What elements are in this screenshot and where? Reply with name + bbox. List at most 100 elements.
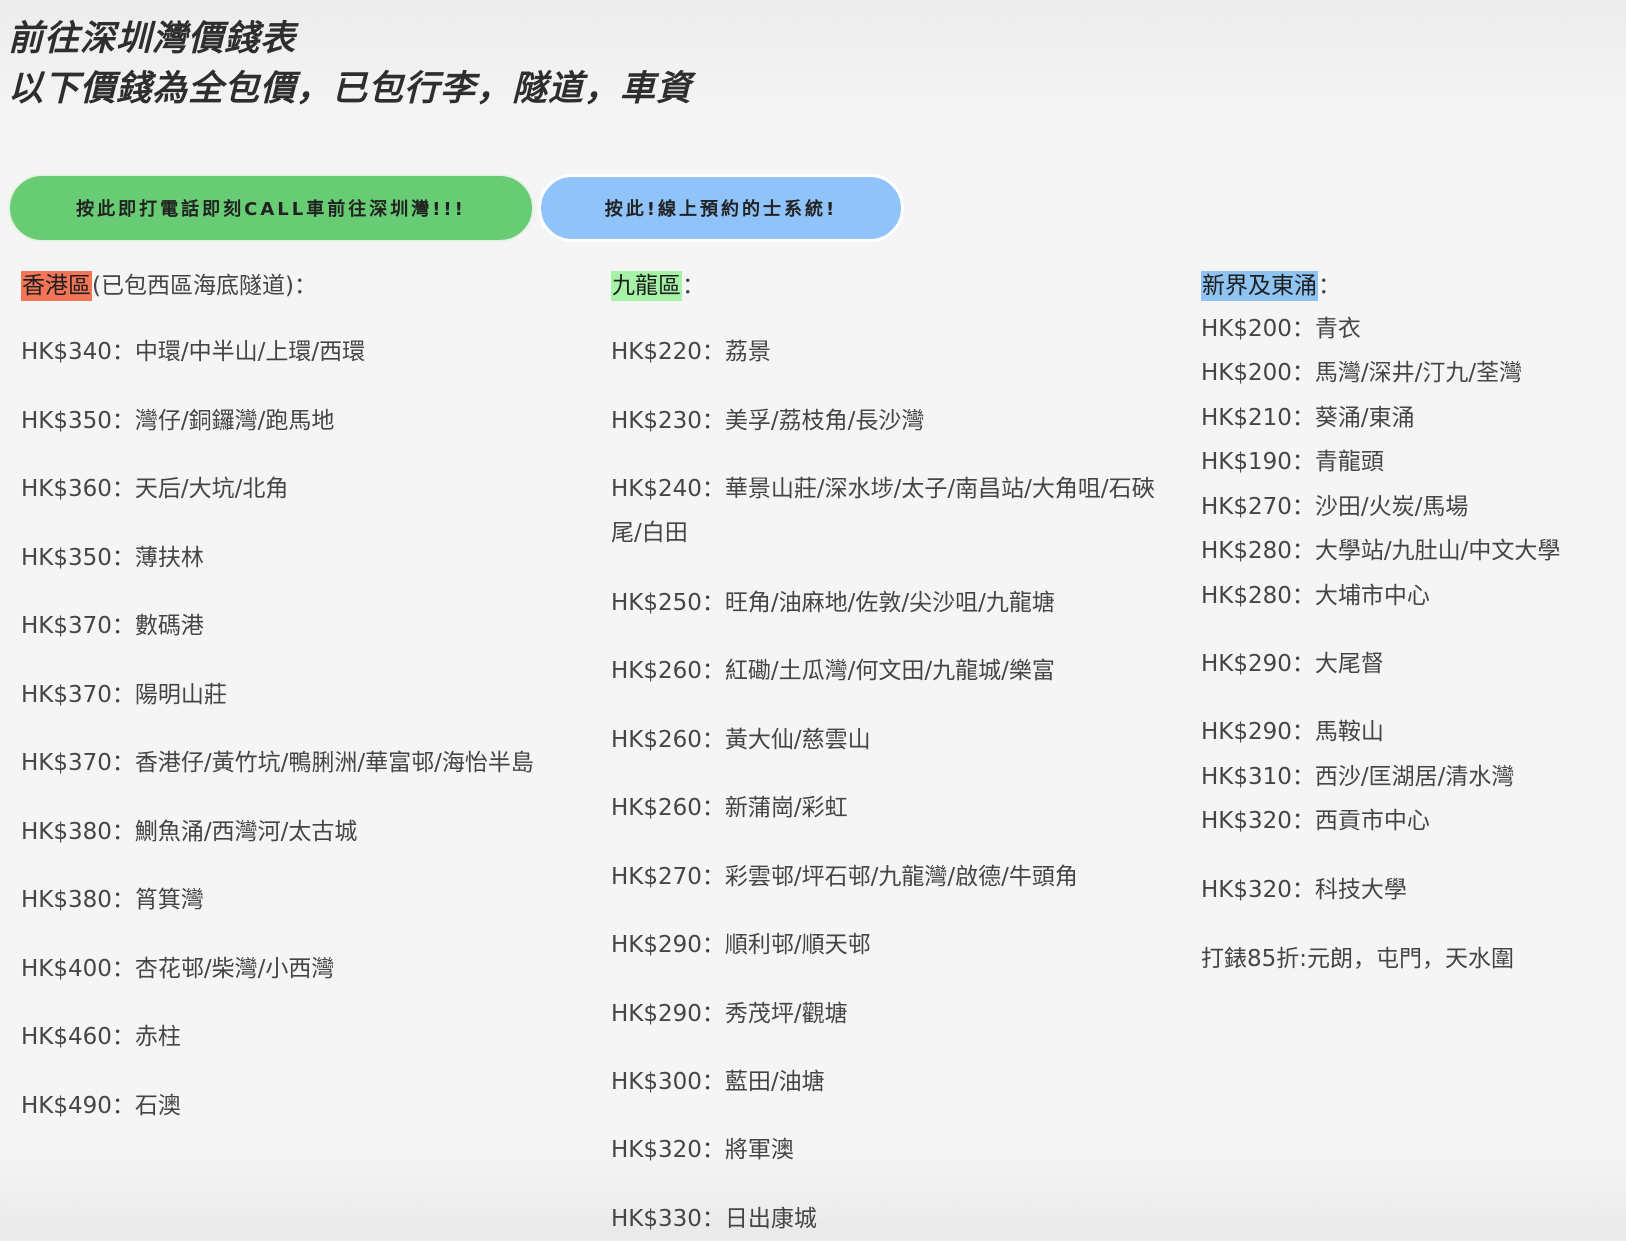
price-row: HK$320：將軍澳 [611, 1128, 794, 1172]
price-areas: 彩雲邨/坪石邨/九龍灣/啟德/牛頭角 [724, 864, 1078, 890]
price-areas: 日出康城 [724, 1206, 817, 1232]
price-separator: ： [111, 1093, 135, 1119]
price-areas: 石澳 [134, 1093, 181, 1119]
price-value: HK$380 [21, 819, 112, 845]
price-separator: ： [111, 750, 135, 776]
call-taxi-button[interactable]: 按此即打電話即刻CALL車前往深圳灣!!! [8, 174, 534, 242]
hk-island-heading: 香港區(已包西區海底隧道)： [21, 266, 317, 301]
price-areas: 數碼港 [134, 613, 204, 639]
price-row: HK$290：大尾督 [1201, 642, 1384, 686]
price-value: HK$270 [1201, 494, 1292, 520]
price-row: HK$190：青龍頭 [1201, 440, 1384, 484]
price-separator: ： [1291, 877, 1315, 903]
price-separator: ： [111, 819, 135, 845]
price-separator: ： [701, 795, 725, 821]
price-value: HK$370 [21, 750, 112, 776]
price-row: HK$220：荔景 [611, 330, 771, 374]
price-value: HK$290 [1201, 651, 1292, 677]
price-row: HK$270：沙田/火炭/馬場 [1201, 485, 1468, 529]
price-value: HK$200 [1201, 316, 1292, 342]
price-value: HK$260 [611, 727, 702, 753]
price-separator: ： [701, 727, 725, 753]
price-areas: 筲箕灣 [134, 887, 204, 913]
price-value: HK$370 [21, 682, 112, 708]
price-separator: ： [1291, 538, 1315, 564]
price-separator: ： [111, 682, 135, 708]
price-row: HK$310：西沙/匡湖居/清水灣 [1201, 755, 1514, 799]
price-row: HK$460：赤柱 [21, 1015, 181, 1059]
price-row: HK$370：數碼港 [21, 604, 204, 648]
price-areas: 荔景 [724, 339, 771, 365]
price-separator: ： [111, 887, 135, 913]
price-separator: ： [701, 864, 725, 890]
price-areas: 青龍頭 [1314, 449, 1384, 475]
price-value: HK$280 [1201, 583, 1292, 609]
price-value: HK$400 [21, 956, 112, 982]
price-areas: 中環/中半山/上環/西環 [134, 339, 366, 365]
price-separator: ： [111, 956, 135, 982]
price-value: HK$260 [611, 658, 702, 684]
price-separator: ： [701, 590, 725, 616]
price-row: HK$210：葵涌/東涌 [1201, 396, 1415, 440]
price-row: HK$280：大埔市中心 [1201, 574, 1430, 618]
price-areas: 藍田/油塘 [724, 1069, 825, 1095]
price-areas: 大學站/九肚山/中文大學 [1314, 538, 1561, 564]
price-row: HK$250：旺角/油麻地/佐敦/尖沙咀/九龍塘 [611, 581, 1055, 625]
price-row: HK$230：美孚/荔枝角/長沙灣 [611, 399, 924, 443]
price-separator: ： [701, 1001, 725, 1027]
price-areas: 天后/大坑/北角 [134, 476, 289, 502]
price-row: HK$350：灣仔/銅鑼灣/跑馬地 [21, 399, 334, 443]
price-row: HK$270：彩雲邨/坪石邨/九龍灣/啟德/牛頭角 [611, 855, 1078, 899]
price-separator: ： [1291, 651, 1315, 677]
price-separator: ： [111, 476, 135, 502]
price-row: HK$400：杏花邨/柴灣/小西灣 [21, 947, 334, 991]
price-areas: 杏花邨/柴灣/小西灣 [134, 956, 335, 982]
price-separator: ： [701, 1206, 725, 1232]
price-row: HK$320：科技大學 [1201, 868, 1407, 912]
price-value: HK$460 [21, 1024, 112, 1050]
price-separator: ： [111, 1024, 135, 1050]
price-row: HK$260：新蒲崗/彩虹 [611, 786, 848, 830]
price-separator: ： [701, 932, 725, 958]
price-value: HK$190 [1201, 449, 1292, 475]
price-areas: 將軍澳 [724, 1137, 794, 1163]
price-value: HK$380 [21, 887, 112, 913]
price-separator: ： [701, 1137, 725, 1163]
price-areas: 新蒲崗/彩虹 [724, 795, 848, 821]
discount-note: 打錶85折:元朗，屯門，天水圍 [1201, 946, 1515, 972]
price-areas: 美孚/荔枝角/長沙灣 [724, 408, 925, 434]
price-row: HK$340：中環/中半山/上環/西環 [21, 330, 365, 374]
kowloon-heading: 九龍區： [611, 266, 705, 301]
hk-island-note: (已包西區海底隧道)： [92, 273, 317, 299]
price-row: HK$260：黃大仙/慈雲山 [611, 718, 871, 762]
price-row: HK$320：西貢市中心 [1201, 799, 1430, 843]
price-row: HK$370：陽明山莊 [21, 673, 227, 717]
price-row: HK$290：順利邨/順天邨 [611, 923, 871, 967]
price-separator: ： [111, 613, 135, 639]
price-value: HK$360 [21, 476, 112, 502]
price-areas: 灣仔/銅鑼灣/跑馬地 [134, 408, 335, 434]
price-areas: 西貢市中心 [1314, 808, 1430, 834]
price-separator: ： [1291, 405, 1315, 431]
price-areas: 黃大仙/慈雲山 [724, 727, 871, 753]
price-row: HK$280：大學站/九肚山/中文大學 [1201, 529, 1560, 573]
price-value: HK$320 [1201, 877, 1292, 903]
online-booking-button[interactable]: 按此!線上預約的士系統! [538, 174, 904, 242]
price-row: HK$290：馬鞍山 [1201, 710, 1384, 754]
price-areas: 薄扶林 [134, 545, 204, 571]
price-value: HK$270 [611, 864, 702, 890]
price-value: HK$320 [1201, 808, 1292, 834]
price-value: HK$220 [611, 339, 702, 365]
price-separator: ： [111, 408, 135, 434]
price-separator: ： [701, 339, 725, 365]
price-areas: 旺角/油麻地/佐敦/尖沙咀/九龍塘 [724, 590, 1055, 616]
price-value: HK$290 [611, 932, 702, 958]
price-separator: ： [1291, 360, 1315, 386]
price-areas: 陽明山莊 [134, 682, 227, 708]
price-areas: 西沙/匡湖居/清水灣 [1314, 764, 1515, 790]
price-separator: ： [701, 1069, 725, 1095]
price-separator: ： [111, 545, 135, 571]
price-areas: 馬鞍山 [1314, 719, 1384, 745]
price-row: HK$350：薄扶林 [21, 536, 204, 580]
price-row: HK$490：石澳 [21, 1084, 181, 1128]
